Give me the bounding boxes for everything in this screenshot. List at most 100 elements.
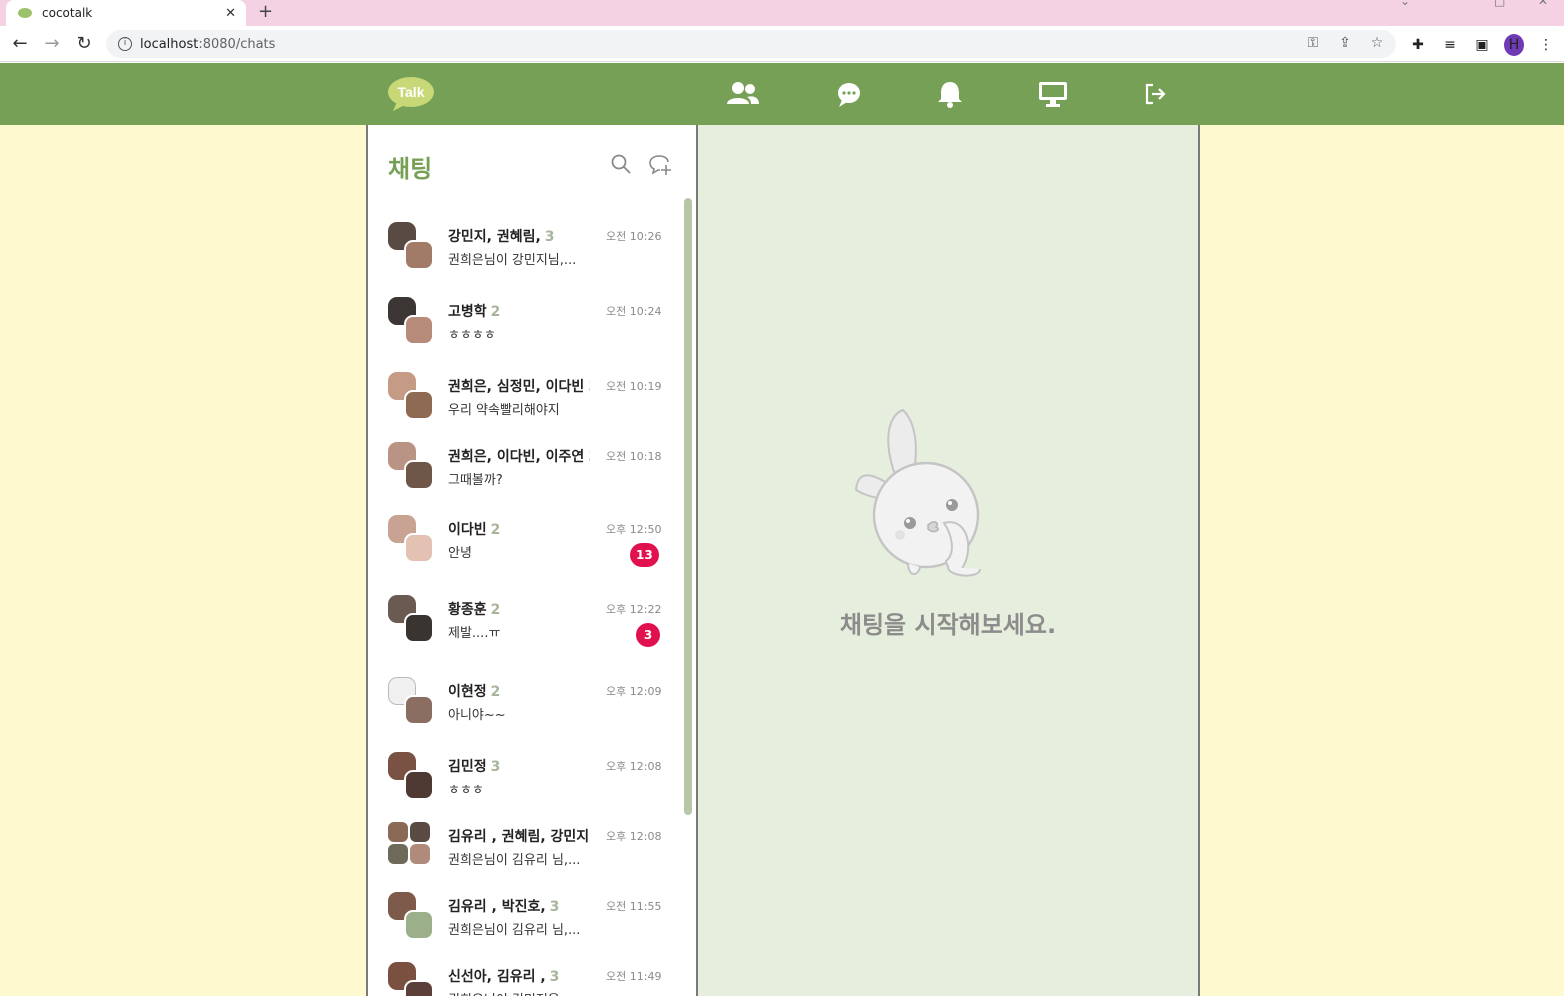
last-message-time: 오후 12:08 (606, 760, 662, 773)
forward-icon[interactable]: → (40, 32, 64, 56)
side-panel-icon[interactable]: ▣ (1472, 37, 1492, 53)
last-message-preview: 아니야~~ (448, 708, 506, 723)
chat-list-item[interactable]: 고병학 2 ㅎㅎㅎㅎ 오전 10:24 (368, 297, 678, 357)
chat-room-members: 김민정 (448, 759, 487, 775)
url-text: localhost:8080/chats (140, 36, 276, 52)
monitor-icon[interactable] (1036, 80, 1070, 108)
last-message-time: 오전 10:24 (606, 305, 662, 318)
last-message-preview: 제발....ㅠ (448, 626, 501, 641)
browser-menu-icon[interactable]: ⋮ (1536, 37, 1556, 53)
reload-icon[interactable]: ↻ (72, 32, 96, 56)
member-count: 3 (588, 379, 590, 395)
chat-avatar-group (388, 515, 434, 563)
member-avatar (404, 390, 434, 420)
chat-room-members: 권희은, 심정민, 이다빈 (448, 379, 585, 395)
bookmark-star-icon[interactable]: ☆ (1368, 35, 1386, 51)
member-count: 3 (549, 969, 560, 985)
member-count: 2 (490, 304, 501, 320)
maximize-icon[interactable]: □ (1494, 0, 1505, 8)
chat-room-members: 강민지, 권혜림, (448, 229, 541, 245)
chat-room-name: 권희은, 이다빈, 이주연3 (448, 446, 590, 466)
search-icon[interactable] (610, 153, 632, 175)
chat-avatar-group (388, 752, 434, 800)
chat-room-members: 황종훈 (448, 602, 487, 618)
media-queue-icon[interactable]: ≡ (1440, 37, 1460, 53)
last-message-preview: 그때볼까? (448, 473, 503, 488)
member-count: 2 (490, 684, 501, 700)
member-count: 3 (588, 449, 590, 465)
bell-icon[interactable] (933, 80, 967, 108)
extensions-puzzle-icon[interactable]: ✚ (1408, 37, 1428, 53)
unread-count-badge: 3 (636, 623, 660, 647)
new-tab-button[interactable]: + (258, 1, 273, 22)
last-message-preview: 안녕 (448, 546, 472, 561)
window-dropdown-icon[interactable]: ⌄ (1400, 0, 1410, 8)
chat-list-item[interactable]: 신선아, 김유리 ,3 권희은님이 김민정을... 오전 11:49 (368, 962, 678, 996)
last-message-preview: 우리 약속빨리해야지 (448, 403, 560, 418)
unread-count-badge: 13 (630, 543, 659, 567)
chat-room-name: 이다빈 2 (448, 519, 590, 539)
chat-room-name: 강민지, 권혜림, 3 (448, 226, 590, 246)
talk-logo[interactable]: Talk (387, 76, 435, 112)
browser-toolbar: ← → ↻ i localhost:8080/chats ⚿ ⇪ ☆ ✚ ≡ ▣… (0, 26, 1564, 62)
member-avatar (404, 533, 434, 563)
last-message-preview: ㅎㅎㅎㅎ (448, 328, 496, 343)
last-message-time: 오후 12:22 (606, 603, 662, 616)
chat-room-members: 김유리 , 권혜림, 강민지, (448, 829, 590, 845)
close-window-icon[interactable]: ✕ (1538, 0, 1548, 8)
chat-avatar-group (388, 222, 434, 270)
browser-tab[interactable]: cocotalk ✕ (6, 0, 246, 26)
key-icon[interactable]: ⚿ (1304, 35, 1322, 51)
chat-room-name: 김민정 3 (448, 756, 590, 776)
new-chat-icon[interactable] (648, 153, 672, 177)
chat-avatar-group (388, 595, 434, 643)
chat-room-members: 김유리 , 박진호, (448, 899, 546, 915)
last-message-preview: 권희은님이 김민정을... (448, 989, 572, 996)
chat-list-item[interactable]: 권희은, 심정민, 이다빈3 우리 약속빨리해야지 오전 10:19 (368, 372, 678, 432)
svg-text:Talk: Talk (398, 84, 425, 100)
chat-list-item[interactable]: 강민지, 권혜림, 3 권희은님이 강민지님,... 오전 10:26 (368, 222, 678, 282)
friends-icon[interactable] (726, 80, 760, 108)
last-message-time: 오후 12:09 (606, 685, 662, 698)
back-icon[interactable]: ← (8, 32, 32, 56)
chat-list-item[interactable]: 이현정 2 아니야~~ 오후 12:09 (368, 677, 678, 737)
last-message-time: 오후 12:08 (606, 830, 662, 843)
tab-close-icon[interactable]: ✕ (225, 6, 236, 21)
chat-avatar-group (388, 892, 434, 940)
chat-list-item[interactable]: 이다빈 2 안녕 오후 12:50 13 (368, 515, 678, 575)
last-message-time: 오전 11:55 (606, 900, 662, 913)
chat-room-members: 이현정 (448, 684, 487, 700)
profile-avatar[interactable]: H (1504, 34, 1524, 56)
chat-room-members: 고병학 (448, 304, 487, 320)
member-avatar (410, 844, 430, 864)
chat-list-panel: 채팅 강민지, 권혜림, 3 권희은님이 강민지님,... 오전 10:26 고병학 2 ㅎ… (366, 125, 698, 996)
member-avatar (404, 460, 434, 490)
chat-list-item[interactable]: 권희은, 이다빈, 이주연3 그때볼까? 오전 10:18 (368, 442, 678, 502)
member-count: 3 (544, 229, 555, 245)
share-icon[interactable]: ⇪ (1336, 35, 1354, 51)
chat-avatar-group (388, 822, 434, 868)
member-avatar (388, 822, 408, 842)
member-avatar (404, 695, 434, 725)
member-count: 2 (490, 522, 501, 538)
chat-avatar-group (388, 372, 434, 420)
last-message-time: 오전 10:18 (606, 450, 662, 463)
last-message-time: 오전 11:49 (606, 970, 662, 983)
chat-icon[interactable] (832, 80, 866, 108)
chat-list-item[interactable]: 황종훈 2 제발....ㅠ 오후 12:22 3 (368, 595, 678, 655)
member-avatar (404, 240, 434, 270)
chat-room-name: 고병학 2 (448, 301, 590, 321)
chat-room-name: 김유리 , 권혜림, 강민지, (448, 826, 590, 846)
tab-title: cocotalk (42, 6, 93, 20)
member-count: 3 (549, 899, 560, 915)
last-message-preview: 권희은님이 강민지님,... (448, 253, 577, 268)
chat-list-item[interactable]: 김유리 , 권혜림, 강민지, 권희은님이 김유리 님,... 오후 12:08 (368, 822, 678, 882)
site-info-icon[interactable]: i (118, 37, 132, 51)
chat-list-item[interactable]: 김유리 , 박진호, 3 권희은님이 김유리 님,... 오전 11:55 (368, 892, 678, 952)
chat-avatar-group (388, 297, 434, 345)
chat-list-item[interactable]: 김민정 3 ㅎㅎㅎ 오후 12:08 (368, 752, 678, 812)
chat-list-scrollbar[interactable] (684, 198, 692, 815)
address-bar[interactable]: i localhost:8080/chats ⚿ ⇪ ☆ (106, 30, 1396, 58)
member-avatar (404, 910, 434, 940)
logout-icon[interactable] (1138, 80, 1172, 108)
